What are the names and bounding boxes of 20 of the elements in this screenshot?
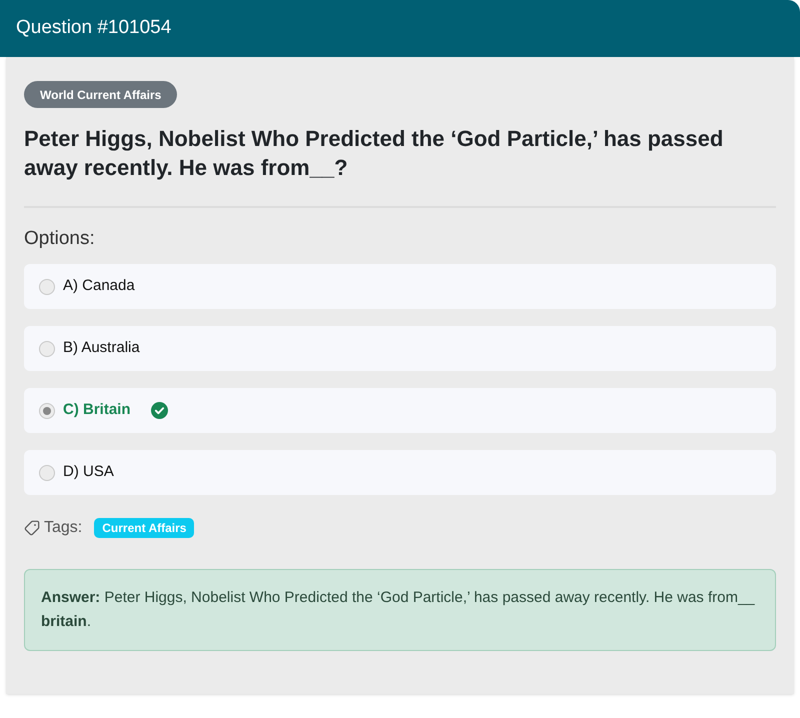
option-row[interactable]: C) Britain [24,388,776,433]
option-label: B) Australia [63,338,140,358]
check-circle-icon [150,402,168,419]
answer-text: Answer: Peter Higgs, Nobelist Who Predicted the ‘God Particle,’ has passed away recently. He was from__ britain. [41,589,755,630]
radio-button[interactable] [39,340,55,356]
option-label: D) USA [63,462,114,482]
radio-button[interactable] [39,464,55,480]
radio-button[interactable] [39,402,55,418]
option-row[interactable]: B) Australia [24,326,776,371]
options-label: Options: [24,228,96,250]
option-label: A) Canada [63,276,135,296]
option-row[interactable]: A) Canada [24,264,776,309]
question-text: Peter Higgs, Nobelist Who Predicted the ‘God Particle,’ has passed away recently. He was from__? [24,125,724,182]
category-badge: World Current Affairs [24,81,178,108]
tags-label: Tags: [44,518,82,538]
radio-button[interactable] [39,278,55,294]
tag-icon [24,520,40,536]
question-title: Question #101054 [16,16,172,40]
option-row[interactable]: D) USA [24,450,776,495]
option-label: C) Britain [63,400,130,420]
